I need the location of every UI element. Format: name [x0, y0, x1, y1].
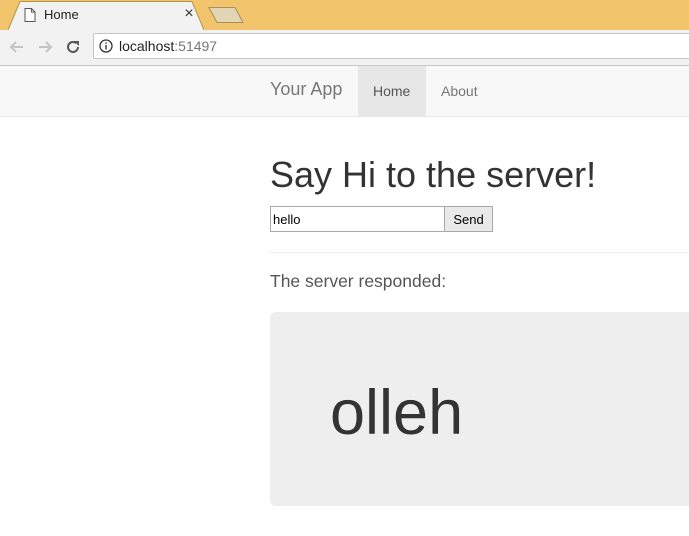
page-heading: Say Hi to the server! — [270, 154, 597, 195]
address-bar[interactable]: localhost:51497 — [93, 33, 689, 59]
app-navbar: Your App Home About — [0, 66, 689, 117]
close-tab-icon[interactable]: × — [180, 5, 198, 23]
browser-toolbar: localhost:51497 — [0, 30, 689, 66]
url-port: :51497 — [174, 38, 218, 54]
new-tab-button[interactable] — [208, 7, 244, 23]
send-button[interactable]: Send — [444, 206, 493, 232]
divider — [270, 252, 689, 253]
reload-icon[interactable] — [64, 38, 82, 56]
nav-item-about[interactable]: About — [426, 66, 493, 116]
message-input[interactable] — [270, 206, 445, 232]
url-host: localhost — [119, 38, 175, 54]
server-response-text: olleh — [330, 378, 464, 448]
response-panel: olleh — [270, 312, 689, 506]
arrow-left-icon[interactable] — [8, 38, 26, 56]
url-text: localhost:51497 — [119, 38, 217, 54]
arrow-right-icon[interactable] — [36, 38, 54, 56]
nav-item-home[interactable]: Home — [358, 66, 426, 116]
info-icon[interactable] — [99, 39, 113, 53]
response-label: The server responded: — [270, 271, 447, 291]
browser-tab-home[interactable] — [8, 1, 204, 30]
tab-title: Home — [44, 7, 79, 22]
browser-tab-strip: Home × — [0, 0, 689, 30]
brand-link[interactable]: Your App — [270, 79, 342, 100]
page-icon — [24, 8, 36, 22]
